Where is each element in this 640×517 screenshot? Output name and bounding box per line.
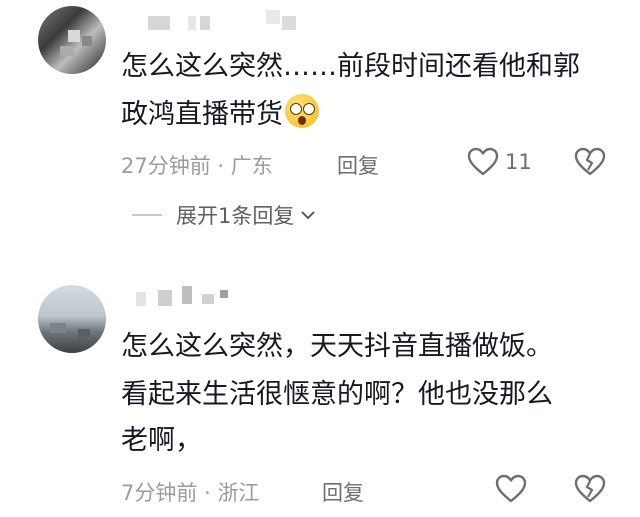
expand-replies-button[interactable]: 展开1条回复	[132, 200, 316, 230]
avatar[interactable]	[38, 285, 106, 353]
comment-text-line: 政鸿直播带货	[121, 99, 283, 130]
comment-location: 广东	[230, 154, 273, 178]
comment-time: 7分钟前	[121, 481, 198, 505]
meta-separator: ·	[217, 154, 225, 178]
heart-outline-icon[interactable]	[495, 474, 527, 504]
username-redacted[interactable]	[136, 286, 236, 306]
comment-text-line: 怎么这么突然，天天抖音直播做饭。	[121, 331, 553, 362]
comment-text-line: 老啊，	[121, 425, 202, 456]
comment-text: 老啊，	[121, 419, 202, 463]
broken-heart-icon[interactable]	[574, 474, 606, 504]
expand-replies-label: 展开1条回复	[176, 204, 295, 228]
astonished-face-icon	[285, 94, 319, 128]
broken-heart-icon[interactable]	[574, 147, 606, 177]
comment-text: 看起来生活很惬意的啊？他也没那么	[121, 373, 553, 417]
reply-button[interactable]: 回复	[322, 477, 364, 507]
heart-outline-icon[interactable]	[467, 147, 499, 177]
comment-text: 政鸿直播带货	[121, 93, 319, 137]
comment-text-line: 怎么这么突然……前段时间还看他和郭	[121, 51, 580, 82]
comment-text: 怎么这么突然，天天抖音直播做饭。	[121, 325, 553, 369]
comment-location: 浙江	[217, 481, 260, 505]
divider-line	[132, 214, 162, 216]
chevron-down-icon	[301, 211, 316, 220]
comment-time: 27分钟前	[121, 154, 211, 178]
avatar[interactable]	[38, 6, 106, 74]
username-redacted[interactable]	[148, 10, 308, 32]
comment-meta: 27分钟前 · 广东	[121, 150, 273, 180]
comment-text-line: 看起来生活很惬意的啊？他也没那么	[121, 379, 553, 410]
comment-text: 怎么这么突然……前段时间还看他和郭	[121, 45, 580, 89]
comment-meta: 7分钟前 · 浙江	[121, 477, 259, 507]
meta-separator: ·	[204, 481, 211, 505]
like-count: 11	[505, 150, 532, 174]
reply-button[interactable]: 回复	[337, 150, 379, 180]
